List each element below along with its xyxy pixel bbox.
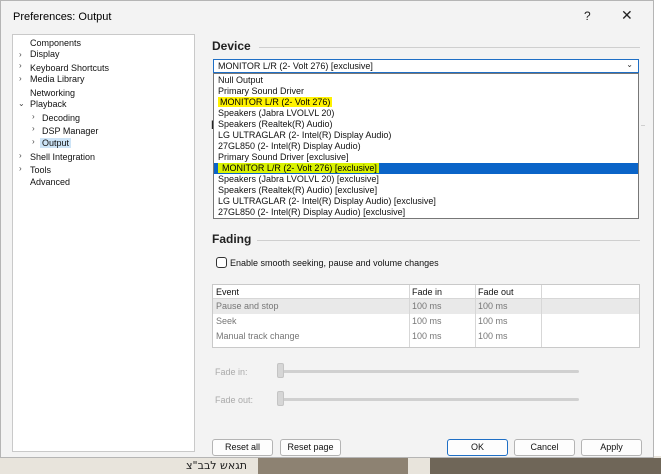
cell-fade-out: 100 ms bbox=[478, 316, 508, 326]
column-divider bbox=[409, 285, 410, 347]
tree-item-dsp-manager[interactable]: DSP Manager bbox=[42, 126, 98, 136]
chevron-down-icon[interactable]: ⌄ bbox=[18, 99, 25, 108]
column-header-fade-in[interactable]: Fade in bbox=[412, 287, 442, 297]
chevron-right-icon[interactable]: › bbox=[32, 112, 35, 121]
tree-item-display[interactable]: Display bbox=[30, 49, 60, 59]
tree-item-components[interactable]: Components bbox=[30, 38, 81, 48]
chevron-right-icon[interactable]: › bbox=[32, 137, 35, 146]
cell-fade-in: 100 ms bbox=[412, 301, 442, 311]
background-text: תגאש לבב"צ bbox=[186, 459, 247, 472]
reset-all-button[interactable]: Reset all bbox=[212, 439, 273, 456]
reset-page-button[interactable]: Reset page bbox=[280, 439, 341, 456]
preferences-tree: Components › Display › Keyboard Shortcut… bbox=[12, 34, 195, 452]
fade-in-label: Fade in: bbox=[215, 367, 248, 377]
help-button[interactable]: ? bbox=[584, 9, 591, 23]
background-image bbox=[430, 458, 661, 474]
fade-out-slider-track[interactable] bbox=[279, 398, 579, 401]
divider bbox=[257, 240, 640, 241]
fade-table: Event Fade in Fade out Pause and stop 10… bbox=[212, 284, 640, 348]
cell-event: Seek bbox=[216, 316, 237, 326]
tree-item-advanced[interactable]: Advanced bbox=[30, 177, 70, 187]
cancel-button[interactable]: Cancel bbox=[514, 439, 575, 456]
tree-item-playback[interactable]: Playback bbox=[30, 99, 67, 109]
smooth-seeking-label: Enable smooth seeking, pause and volume … bbox=[230, 258, 439, 268]
cell-fade-in: 100 ms bbox=[412, 331, 442, 341]
fade-in-slider-track[interactable] bbox=[279, 370, 579, 373]
column-header-fade-out[interactable]: Fade out bbox=[478, 287, 514, 297]
device-dropdown-list[interactable]: Null Output Primary Sound Driver MONITOR… bbox=[213, 73, 639, 219]
device-option[interactable]: Speakers (Jabra LVOLVL 20) bbox=[218, 108, 633, 119]
fade-out-slider-thumb[interactable] bbox=[277, 391, 284, 406]
tree-item-output[interactable]: Output bbox=[40, 138, 72, 148]
device-option[interactable]: Primary Sound Driver bbox=[218, 86, 633, 97]
smooth-seeking-checkbox[interactable] bbox=[216, 257, 227, 268]
device-option-label: MONITOR L/R (2- Volt 276) bbox=[218, 97, 333, 107]
device-option[interactable]: 27GL850 (2- Intel(R) Display Audio) [exc… bbox=[218, 207, 633, 218]
cell-fade-out: 100 ms bbox=[478, 331, 508, 341]
tree-item-networking[interactable]: Networking bbox=[30, 88, 75, 98]
tree-item-tools[interactable]: Tools bbox=[30, 165, 51, 175]
chevron-right-icon[interactable]: › bbox=[19, 164, 22, 173]
fade-in-slider-thumb[interactable] bbox=[277, 363, 284, 378]
column-divider bbox=[475, 285, 476, 347]
window-title: Preferences: Output bbox=[13, 11, 112, 23]
device-option[interactable]: 27GL850 (2- Intel(R) Display Audio) bbox=[218, 141, 633, 152]
device-option[interactable]: MONITOR L/R (2- Volt 276) bbox=[218, 97, 633, 108]
tree-item-shell-integration[interactable]: Shell Integration bbox=[30, 152, 95, 162]
device-section-title: Device bbox=[212, 39, 251, 53]
chevron-right-icon[interactable]: › bbox=[19, 74, 22, 83]
title-bar: Preferences: Output ? ✕ bbox=[1, 1, 653, 31]
preferences-window: Preferences: Output ? ✕ Components › Dis… bbox=[0, 0, 654, 458]
chevron-right-icon[interactable]: › bbox=[19, 61, 22, 70]
device-option[interactable]: LG ULTRAGLAR (2- Intel(R) Display Audio)… bbox=[218, 196, 633, 207]
device-option[interactable]: Speakers (Realtek(R) Audio) [exclusive] bbox=[218, 185, 633, 196]
table-row[interactable]: Pause and stop 100 ms 100 ms bbox=[213, 299, 639, 314]
close-button[interactable]: ✕ bbox=[621, 7, 633, 24]
cell-fade-in: 100 ms bbox=[412, 316, 442, 326]
tree-item-decoding[interactable]: Decoding bbox=[42, 113, 80, 123]
device-option[interactable]: Primary Sound Driver [exclusive] bbox=[218, 152, 633, 163]
device-option[interactable]: Null Output bbox=[218, 75, 633, 86]
tree-item-keyboard-shortcuts[interactable]: Keyboard Shortcuts bbox=[30, 63, 109, 73]
device-option[interactable]: LG ULTRAGLAR (2- Intel(R) Display Audio) bbox=[218, 130, 633, 141]
apply-button[interactable]: Apply bbox=[581, 439, 642, 456]
cell-fade-out: 100 ms bbox=[478, 301, 508, 311]
device-option[interactable]: Speakers (Jabra LVOLVL 20) [exclusive] bbox=[218, 174, 633, 185]
column-divider bbox=[541, 285, 542, 347]
device-option-label: MONITOR L/R (2- Volt 276) [exclusive] bbox=[218, 163, 379, 173]
fade-out-label: Fade out: bbox=[215, 395, 254, 405]
divider bbox=[259, 47, 640, 48]
device-option[interactable]: Speakers (Realtek(R) Audio) bbox=[218, 119, 633, 130]
fading-section-title: Fading bbox=[212, 232, 252, 246]
cell-event: Pause and stop bbox=[216, 301, 279, 311]
device-select-value: MONITOR L/R (2- Volt 276) [exclusive] bbox=[218, 61, 373, 71]
chevron-right-icon[interactable]: › bbox=[32, 124, 35, 133]
table-row[interactable]: Manual track change 100 ms 100 ms bbox=[213, 329, 639, 344]
table-row[interactable]: Seek 100 ms 100 ms bbox=[213, 314, 639, 329]
device-option-selected[interactable]: MONITOR L/R (2- Volt 276) [exclusive] bbox=[214, 163, 638, 174]
ok-button[interactable]: OK bbox=[447, 439, 508, 456]
cell-event: Manual track change bbox=[216, 331, 300, 341]
tree-item-media-library[interactable]: Media Library bbox=[30, 74, 85, 84]
column-header-event[interactable]: Event bbox=[216, 287, 239, 297]
background-image bbox=[258, 458, 408, 474]
chevron-right-icon[interactable]: › bbox=[19, 50, 22, 59]
device-select[interactable]: MONITOR L/R (2- Volt 276) [exclusive] ⌄ bbox=[213, 59, 639, 73]
divider bbox=[641, 125, 645, 126]
chevron-down-icon: ⌄ bbox=[626, 60, 633, 69]
chevron-right-icon[interactable]: › bbox=[19, 151, 22, 160]
